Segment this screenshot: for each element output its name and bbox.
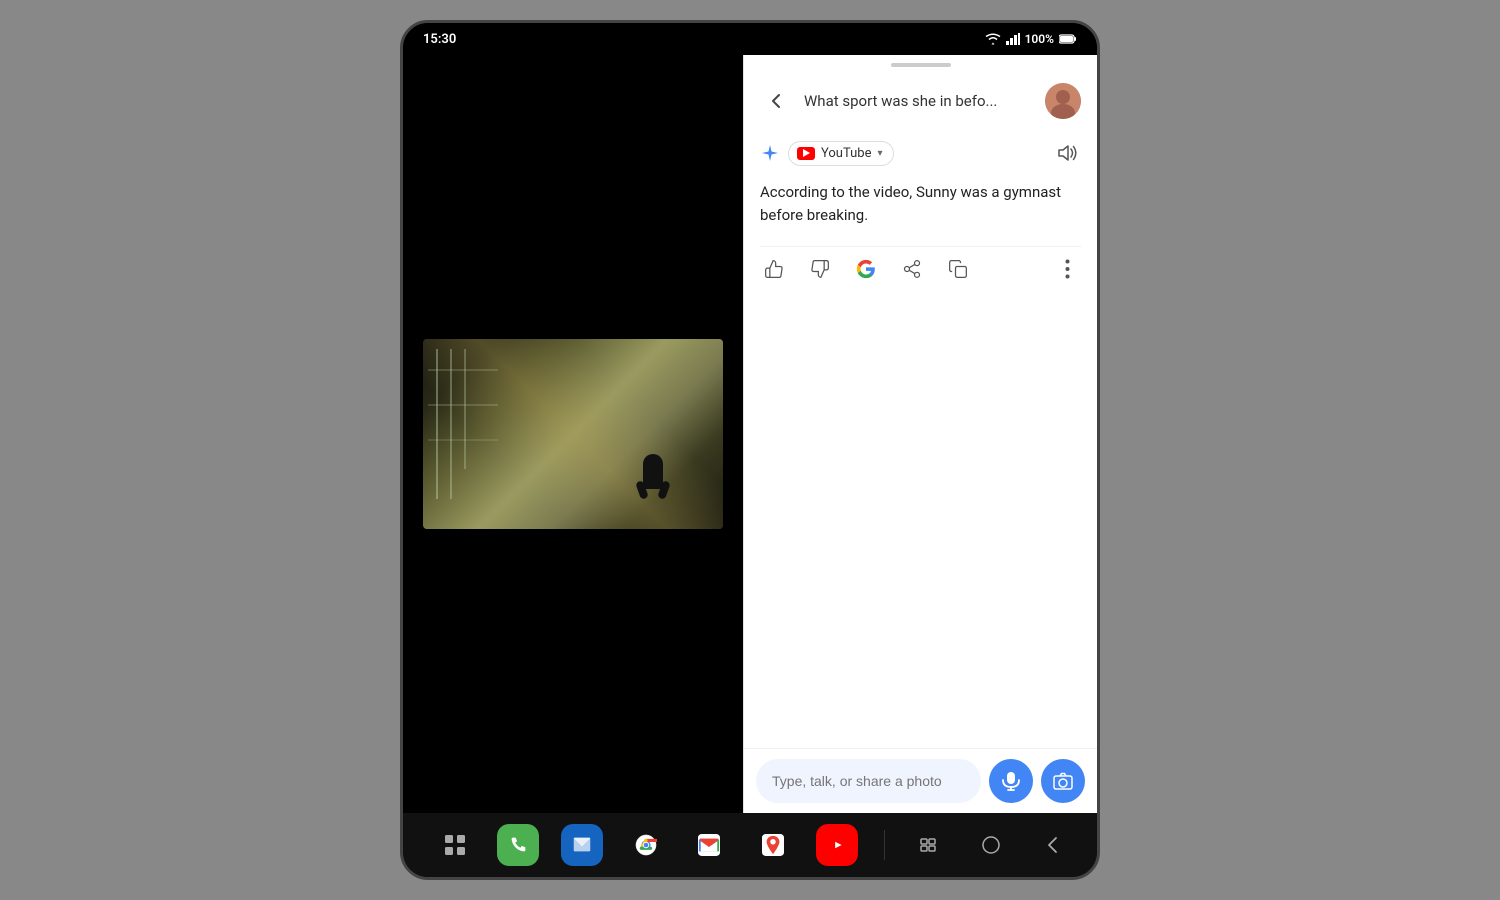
nav-app-phone[interactable] <box>497 824 539 866</box>
more-options-button[interactable] <box>1053 255 1081 283</box>
signal-icon <box>1006 33 1020 45</box>
battery-text: 100% <box>1025 32 1054 46</box>
nav-app-chrome[interactable] <box>625 824 667 866</box>
chevron-down-icon: ▾ <box>878 148 883 159</box>
google-search-button[interactable] <box>852 255 880 283</box>
assistant-panel: What sport was she in befo... <box>743 55 1097 813</box>
chat-input[interactable] <box>756 759 981 803</box>
notch-hint <box>891 63 951 67</box>
user-avatar[interactable] <box>1045 83 1081 119</box>
thumbs-up-button[interactable] <box>760 255 788 283</box>
yt-play-triangle <box>803 149 810 157</box>
source-name: YouTube <box>821 146 872 161</box>
copy-button[interactable] <box>944 255 972 283</box>
back-nav-button[interactable] <box>1038 828 1066 862</box>
system-nav <box>912 828 1066 862</box>
video-area <box>403 55 743 813</box>
video-thumbnail[interactable] <box>423 339 723 529</box>
status-bar: 15:30 100% <box>403 23 1097 55</box>
camera-button[interactable] <box>1041 759 1085 803</box>
left-panel <box>403 55 743 813</box>
mic-button[interactable] <box>989 759 1033 803</box>
nav-app-gmail[interactable] <box>688 824 730 866</box>
figure-silhouette <box>643 454 663 489</box>
source-pill[interactable]: YouTube ▾ <box>788 141 894 166</box>
source-left: YouTube ▾ <box>760 141 894 166</box>
answer-text: According to the video, Sunny was a gymn… <box>760 181 1081 226</box>
gemini-icon <box>760 143 780 163</box>
window-frame <box>428 349 498 499</box>
recents-button[interactable] <box>912 830 944 860</box>
share-button[interactable] <box>898 255 926 283</box>
conversation-title: What sport was she in befo... <box>804 92 1033 110</box>
assistant-content: YouTube ▾ According to the vid <box>744 127 1097 748</box>
time: 15:30 <box>423 32 456 47</box>
thumbs-down-button[interactable] <box>806 255 834 283</box>
back-button[interactable] <box>760 85 792 117</box>
status-icons: 100% <box>985 32 1077 46</box>
home-button[interactable] <box>974 828 1008 862</box>
assistant-header: What sport was she in befo... <box>744 75 1097 127</box>
sound-button[interactable] <box>1053 139 1081 167</box>
nav-app-maps[interactable] <box>752 824 794 866</box>
nav-app-grid[interactable] <box>434 824 476 866</box>
battery-icon <box>1059 33 1077 45</box>
nav-app-youtube[interactable] <box>816 824 858 866</box>
source-row: YouTube ▾ <box>760 139 1081 167</box>
action-row <box>760 246 1081 291</box>
nav-app-messages[interactable] <box>561 824 603 866</box>
input-area <box>744 748 1097 813</box>
wifi-icon <box>985 33 1001 45</box>
youtube-icon <box>797 147 815 160</box>
main-area: What sport was she in befo... <box>403 55 1097 813</box>
bottom-nav <box>403 813 1097 877</box>
phone-device: 15:30 100% <box>400 20 1100 880</box>
